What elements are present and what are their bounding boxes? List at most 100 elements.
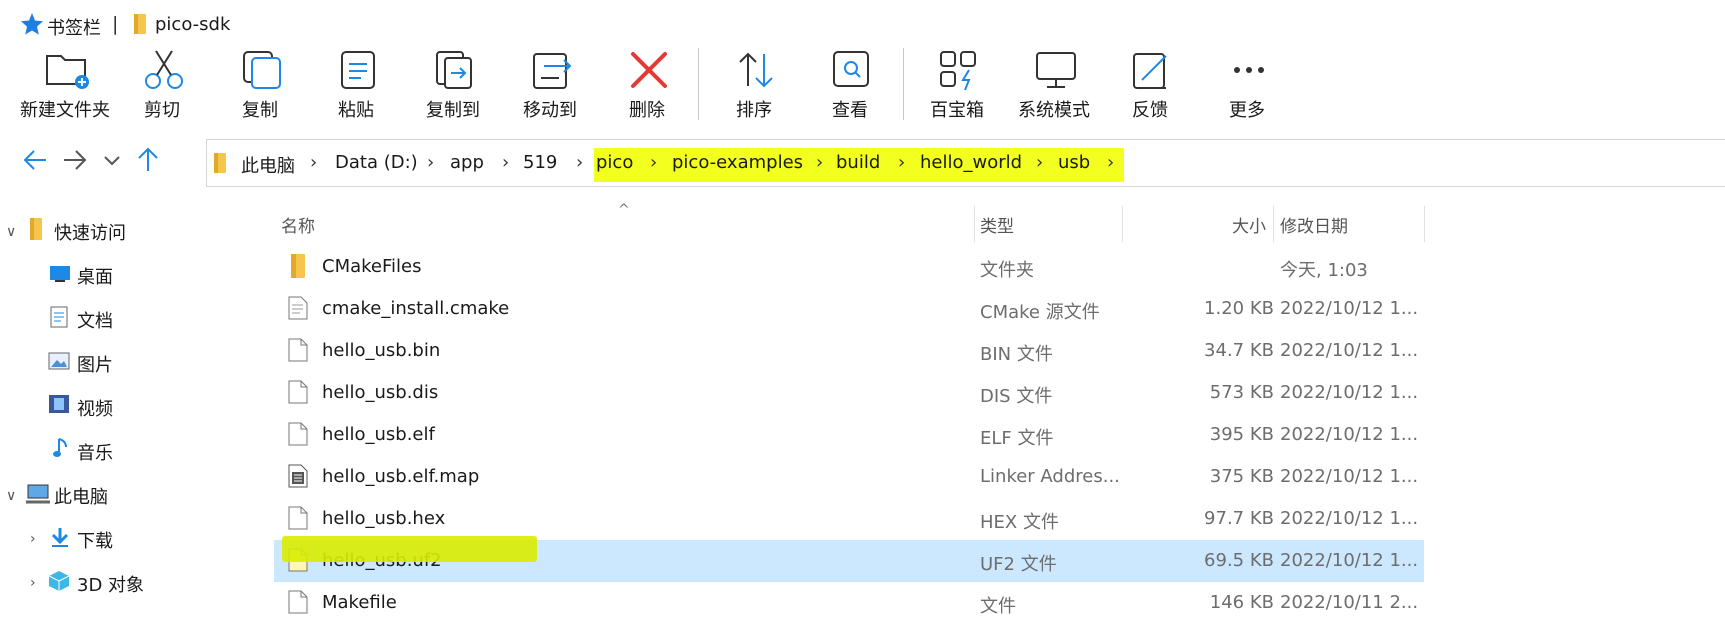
chevron-right-icon[interactable]: › [427,152,434,173]
move-to-icon [533,53,572,89]
file-row[interactable]: Makefile 文件 146 KB 2022/10/11 2... [274,582,1424,624]
sidebar-item-this-pc[interactable]: 此电脑 [54,483,108,509]
folder-icon [131,14,149,38]
copy-to-label: 复制到 [426,100,480,121]
column-divider[interactable] [1424,206,1425,242]
address-segment[interactable]: 519 [523,152,557,173]
new-folder-icon [46,55,89,89]
sidebar-item-3d-objects[interactable]: 3D 对象 [77,571,144,597]
cut-label: 剪切 [144,100,180,121]
chevron-right-icon[interactable]: › [898,152,905,173]
sidebar-item-downloads[interactable]: 下载 [77,527,113,553]
copy-to-button[interactable]: 复制到 [403,44,503,124]
file-icon [288,506,308,534]
file-row[interactable]: hello_usb.bin BIN 文件 34.7 KB 2022/10/12 1..… [274,330,1424,372]
column-header-name[interactable]: 名称 [281,212,315,237]
file-row[interactable]: hello_usb.dis DIS 文件 573 KB 2022/10/12 1... [274,372,1424,414]
paste-button[interactable]: 粘贴 [306,44,406,124]
chevron-down-icon [104,156,120,166]
file-type: UF2 文件 [980,554,1057,575]
copy-to-icon [436,51,472,89]
file-date: 2022/10/12 1... [1280,466,1419,487]
back-button[interactable] [22,146,50,174]
chevron-right-icon[interactable]: › [576,152,583,173]
column-divider[interactable] [1122,206,1123,242]
paste-label: 粘贴 [338,100,374,121]
new-folder-button[interactable]: 新建文件夹 [15,44,115,124]
column-divider[interactable] [974,206,975,242]
sidebar-item-videos[interactable]: 视频 [77,395,113,421]
file-date: 2022/10/12 1... [1280,340,1419,361]
sidebar-item-pictures[interactable]: 图片 [77,351,113,377]
sort-button[interactable]: 排序 [704,44,804,124]
sidebar-item-quick-access[interactable]: 快速访问 [54,219,126,245]
address-segment[interactable]: 此电脑 [241,152,295,178]
address-segment[interactable]: pico-examples [672,152,803,173]
file-name: hello_usb.bin [322,340,441,361]
file-icon [288,422,308,450]
file-type: BIN 文件 [980,344,1053,365]
delete-button[interactable]: 删除 [597,44,697,124]
sort-ascending-icon: ^ [618,202,630,218]
expand-chevron-icon[interactable]: ∨ [6,224,16,240]
chevron-right-icon[interactable]: › [310,152,317,173]
chevron-right-icon[interactable]: › [650,152,657,173]
file-size: 1.20 KB [1204,298,1274,319]
computer-icon [26,483,52,509]
new-folder-label: 新建文件夹 [20,100,110,121]
feedback-label: 反馈 [1132,100,1168,121]
view-button[interactable]: 查看 [800,44,900,124]
address-segment[interactable]: Data (D:) [335,152,418,173]
file-icon [288,338,308,366]
toolbox-button[interactable]: 百宝箱 [907,44,1007,124]
chevron-right-icon[interactable]: › [1107,152,1114,173]
sort-label: 排序 [736,100,772,121]
address-segment[interactable]: usb [1058,152,1090,173]
column-divider[interactable] [1273,206,1274,242]
paste-icon [341,51,375,89]
expand-chevron-icon[interactable]: ∨ [6,488,16,504]
sidebar-item-documents[interactable]: 文档 [77,307,113,333]
chevron-right-icon[interactable]: › [30,575,36,591]
column-header-type[interactable]: 类型 [980,212,1014,237]
file-name: cmake_install.cmake [322,298,510,319]
file-type: Linker Addres... [980,466,1120,487]
column-header-size[interactable]: 大小 [1232,212,1266,237]
file-date: 2022/10/12 1... [1280,508,1419,529]
column-header-date[interactable]: 修改日期 [1280,212,1348,237]
address-segment[interactable]: hello_world [920,152,1022,173]
chevron-right-icon[interactable]: › [816,152,823,173]
address-segment[interactable]: build [836,152,880,173]
arrow-left-icon [23,150,46,170]
recent-locations-button[interactable] [98,146,126,174]
bookmark-folder-pico-sdk[interactable]: pico-sdk [155,14,230,35]
more-label: 更多 [1229,100,1265,121]
file-type: ELF 文件 [980,428,1054,449]
system-mode-button[interactable]: 系统模式 [1004,44,1104,124]
file-row[interactable]: CMakeFiles 文件夹 今天, 1:03 [274,246,1424,288]
address-segment[interactable]: app [450,152,484,173]
move-to-button[interactable]: 移动到 [500,44,600,124]
copy-button[interactable]: 复制 [210,44,310,124]
bookmarks-label[interactable]: 书签栏 [47,14,101,40]
cut-button[interactable]: 剪切 [112,44,212,124]
chevron-right-icon[interactable]: › [502,152,509,173]
up-button[interactable] [134,146,162,174]
file-row[interactable]: hello_usb.elf.map Linker Addres... 375 KB 2… [274,456,1424,498]
system-mode-label: 系统模式 [1018,100,1090,121]
forward-button[interactable] [60,146,88,174]
file-icon [288,380,308,408]
file-row[interactable]: hello_usb.elf ELF 文件 395 KB 2022/10/12 1... [274,414,1424,456]
chevron-right-icon[interactable]: › [30,531,36,547]
file-row[interactable]: cmake_install.cmake CMake 源文件 1.20 KB 2022/… [274,288,1424,330]
file-name: hello_usb.dis [322,382,439,403]
chevron-right-icon[interactable]: › [1036,152,1043,173]
file-name: CMakeFiles [322,256,422,277]
file-row[interactable]: hello_usb.hex HEX 文件 97.7 KB 2022/10/12 1..… [274,498,1424,540]
sidebar-item-music[interactable]: 音乐 [77,439,113,465]
sidebar-item-desktop[interactable]: 桌面 [77,263,113,289]
feedback-button[interactable]: 反馈 [1100,44,1200,124]
address-segment[interactable]: pico [596,152,633,173]
copy-label: 复制 [242,100,278,121]
more-button[interactable]: 更多 [1197,44,1297,124]
